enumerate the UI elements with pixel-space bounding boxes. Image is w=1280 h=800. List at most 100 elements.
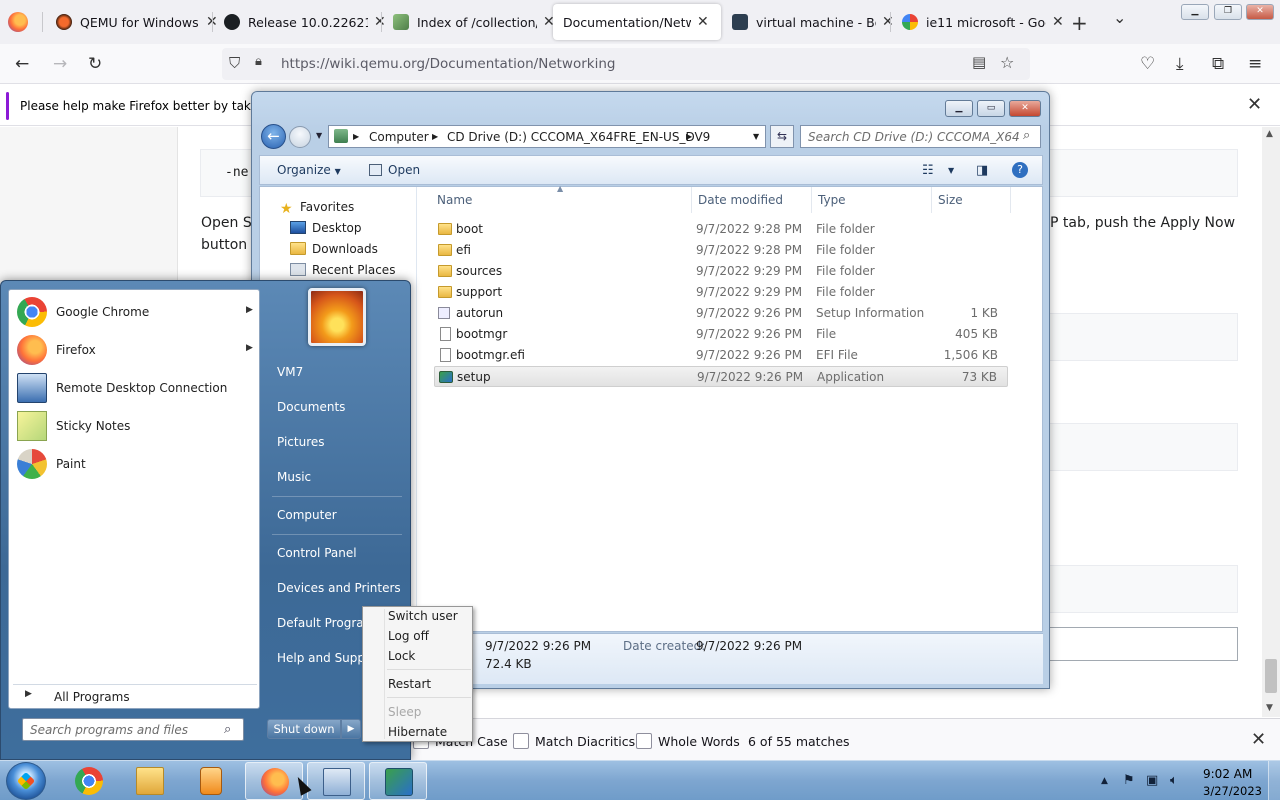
file-row[interactable]: bootmgr 9/7/2022 9:26 PM File 405 KB [434,324,1008,345]
start-item-computer[interactable]: Computer [277,508,337,522]
recent-pages-chevron-icon[interactable]: ▼ [316,131,322,140]
close-icon[interactable]: ✕ [1247,94,1262,115]
search-icon[interactable]: ⌕ [224,722,231,737]
whole-words-label[interactable]: Whole Words [658,734,740,749]
start-program-item[interactable]: Remote Desktop Connection [13,369,257,405]
scrollbar-thumb[interactable] [1265,659,1277,693]
url-bar[interactable]: ⛉ 🔒︎ https://wiki.qemu.org/Documentation… [222,48,1030,80]
submenu-arrow-icon[interactable]: ▶ [246,343,253,353]
preview-pane-icon[interactable]: ◨ [976,163,988,178]
file-row[interactable]: setup 9/7/2022 9:26 PM Application 73 KB [434,366,1008,387]
breadcrumb-computer[interactable]: Computer [369,130,429,144]
views-icon[interactable]: ☷ [922,163,934,178]
start-item-help-and-support[interactable]: Help and Suppo [277,651,372,665]
file-row[interactable]: sources 9/7/2022 9:29 PM File folder [434,261,1008,282]
taskbar-setup[interactable] [369,762,427,800]
start-search-input[interactable]: Search programs and files ⌕ [22,718,244,741]
scroll-down-icon[interactable]: ▼ [1266,703,1273,713]
breadcrumb-separator-icon[interactable]: ▶ [432,132,438,141]
tab-index-of-collection[interactable]: Index of /collection/ ✕ [383,4,565,40]
match-diacritics-checkbox[interactable] [513,733,529,749]
lock-icon[interactable]: 🔒︎ [255,54,262,69]
menu-item-log-off[interactable]: Log off [388,629,429,643]
url-text[interactable]: https://wiki.qemu.org/Documentation/Netw… [281,56,615,72]
explorer-minimize-button[interactable]: ▁ [945,100,973,117]
volume-muted-icon[interactable]: 🔈︎ [1170,773,1178,788]
start-item-vm7[interactable]: VM7 [277,365,303,379]
clock-time[interactable]: 9:02 AM [1203,767,1252,781]
start-program-item[interactable]: Google Chrome ▶ [13,293,257,329]
help-icon[interactable]: ? [1012,162,1028,178]
column-header-type[interactable]: Type [818,193,846,207]
whole-words-checkbox[interactable] [636,733,652,749]
search-icon[interactable]: ⌕ [1023,128,1030,143]
page-scrollbar[interactable]: ▲ ▼ [1262,127,1280,717]
shut-down-button[interactable]: Shut down [267,719,341,739]
firefox-logo-icon[interactable] [8,12,28,32]
show-desktop-button[interactable] [1268,761,1280,800]
taskbar-explorer[interactable] [121,762,179,800]
close-find-bar-icon[interactable]: ✕ [1251,729,1266,750]
reader-view-icon[interactable]: ▤ [972,53,986,71]
start-item-control-panel[interactable]: Control Panel [277,546,357,560]
organize-button[interactable]: Organize ▼ [277,163,341,177]
clock-date[interactable]: 3/27/2023 [1203,784,1262,798]
back-arrow-icon[interactable]: ← [15,54,29,74]
show-hidden-icons-icon[interactable]: ▲ [1101,776,1108,786]
forward-arrow-icon[interactable]: → [53,54,67,74]
nav-downloads[interactable]: Downloads [290,242,378,256]
address-dropdown-icon[interactable]: ▼ [753,132,759,141]
network-tray-icon[interactable]: ▣ [1146,773,1158,788]
menu-item-restart[interactable]: Restart [388,677,431,691]
start-item-documents[interactable]: Documents [277,400,345,414]
shield-icon[interactable]: ⛉ [229,54,240,72]
back-button[interactable]: ← [261,124,286,149]
breadcrumb-cd-drive[interactable]: CD Drive (D:) CCCOMA_X64FRE_EN-US_DV9 [447,130,710,144]
close-window-button[interactable]: ✕ [1246,4,1274,20]
file-row[interactable]: efi 9/7/2022 9:28 PM File folder [434,240,1008,261]
shut-down-options-arrow-icon[interactable]: ▶ [341,719,361,739]
start-item-default-programs[interactable]: Default Program [277,616,375,630]
explorer-close-button[interactable]: ✕ [1009,100,1041,117]
start-item-devices-and-printers[interactable]: Devices and Printers [277,581,401,595]
action-center-flag-icon[interactable]: ⚑ [1123,773,1135,788]
list-all-tabs-button[interactable]: ⌄ [1113,8,1126,27]
menu-item-hibernate[interactable]: Hibernate [388,725,447,739]
start-button[interactable] [6,762,46,800]
open-button[interactable]: Open [369,163,420,177]
views-dropdown-icon[interactable]: ▼ [948,166,954,175]
nav-recent-places[interactable]: Recent Places [290,263,395,277]
file-row[interactable]: boot 9/7/2022 9:28 PM File folder [434,219,1008,240]
menu-icon[interactable]: ≡ [1248,54,1262,74]
column-header-date[interactable]: Date modified [698,193,783,207]
address-bar[interactable]: ▶ Computer ▶ CD Drive (D:) CCCOMA_X64FRE… [328,125,766,148]
match-diacritics-label[interactable]: Match Diacritics [535,734,635,749]
forward-button[interactable] [289,126,311,148]
user-picture[interactable] [308,288,366,346]
file-row[interactable]: support 9/7/2022 9:29 PM File folder [434,282,1008,303]
explorer-search-input[interactable]: Search CD Drive (D:) CCCOMA_X64FR... ⌕ [800,125,1041,148]
explorer-maximize-button[interactable]: ▭ [977,100,1005,117]
pocket-icon[interactable]: ♡ [1140,54,1155,74]
tab-qemu-for-windows[interactable]: QEMU for Windows ✕ [46,4,228,40]
refresh-button[interactable]: ⇆ [770,125,794,148]
extensions-icon[interactable]: ⧉ [1212,54,1224,74]
tab-virtual-machine[interactable]: virtual machine - Boo ✕ [722,4,904,40]
start-program-item[interactable]: Firefox ▶ [13,331,257,367]
restore-window-button[interactable]: ❐ [1214,4,1242,20]
taskbar-media-player[interactable] [182,762,240,800]
start-item-pictures[interactable]: Pictures [277,435,325,449]
file-row[interactable]: bootmgr.efi 9/7/2022 9:26 PM EFI File 1,506… [434,345,1008,366]
start-program-item[interactable]: Sticky Notes [13,407,257,443]
tab-ie11-microsoft[interactable]: ie11 microsoft - Goog ✕ [892,4,1074,40]
breadcrumb-separator-icon[interactable]: ▶ [686,132,692,141]
nav-favorites[interactable]: ★ Favorites [280,200,354,217]
submenu-arrow-icon[interactable]: ▶ [246,305,253,315]
menu-item-switch-user[interactable]: Switch user [388,609,458,623]
tab-release[interactable]: Release 10.0.22621.0 ✕ [214,4,396,40]
start-program-item[interactable]: Paint [13,445,257,481]
column-header-name[interactable]: Name [437,193,472,207]
column-header-size[interactable]: Size [938,193,963,207]
minimize-window-button[interactable]: ▁ [1181,4,1209,20]
menu-item-lock[interactable]: Lock [388,649,415,663]
